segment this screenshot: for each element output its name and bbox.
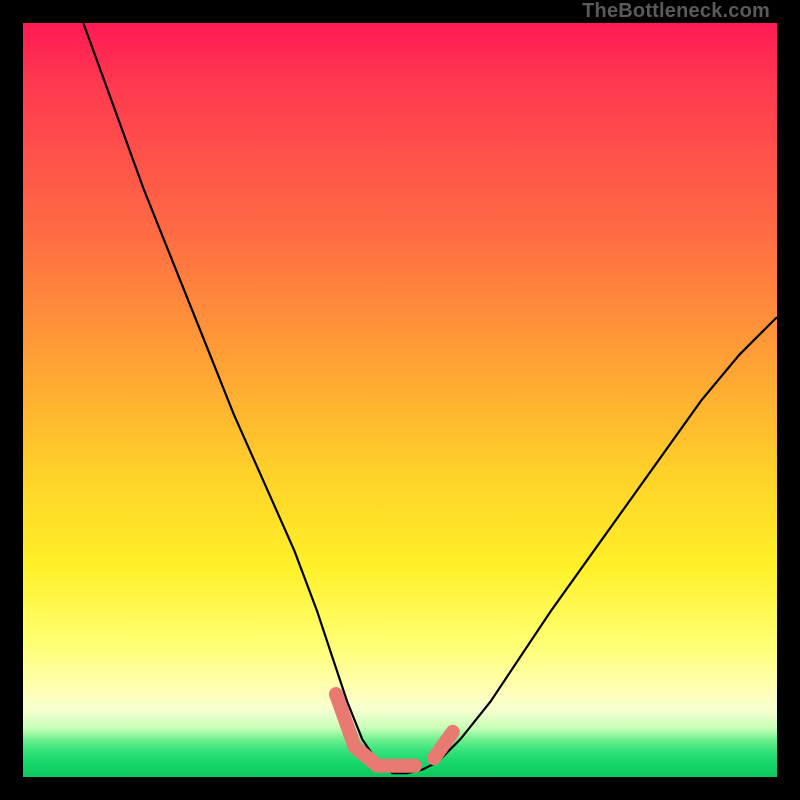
marker-capsule (434, 732, 453, 758)
chart-frame: TheBottleneck.com (0, 0, 800, 800)
bottleneck-curve (23, 23, 777, 777)
plot-area (23, 23, 777, 777)
curve-line (83, 23, 777, 773)
marker-capsule (336, 694, 355, 747)
marker-annotations (336, 694, 453, 766)
watermark-text: TheBottleneck.com (582, 0, 770, 23)
